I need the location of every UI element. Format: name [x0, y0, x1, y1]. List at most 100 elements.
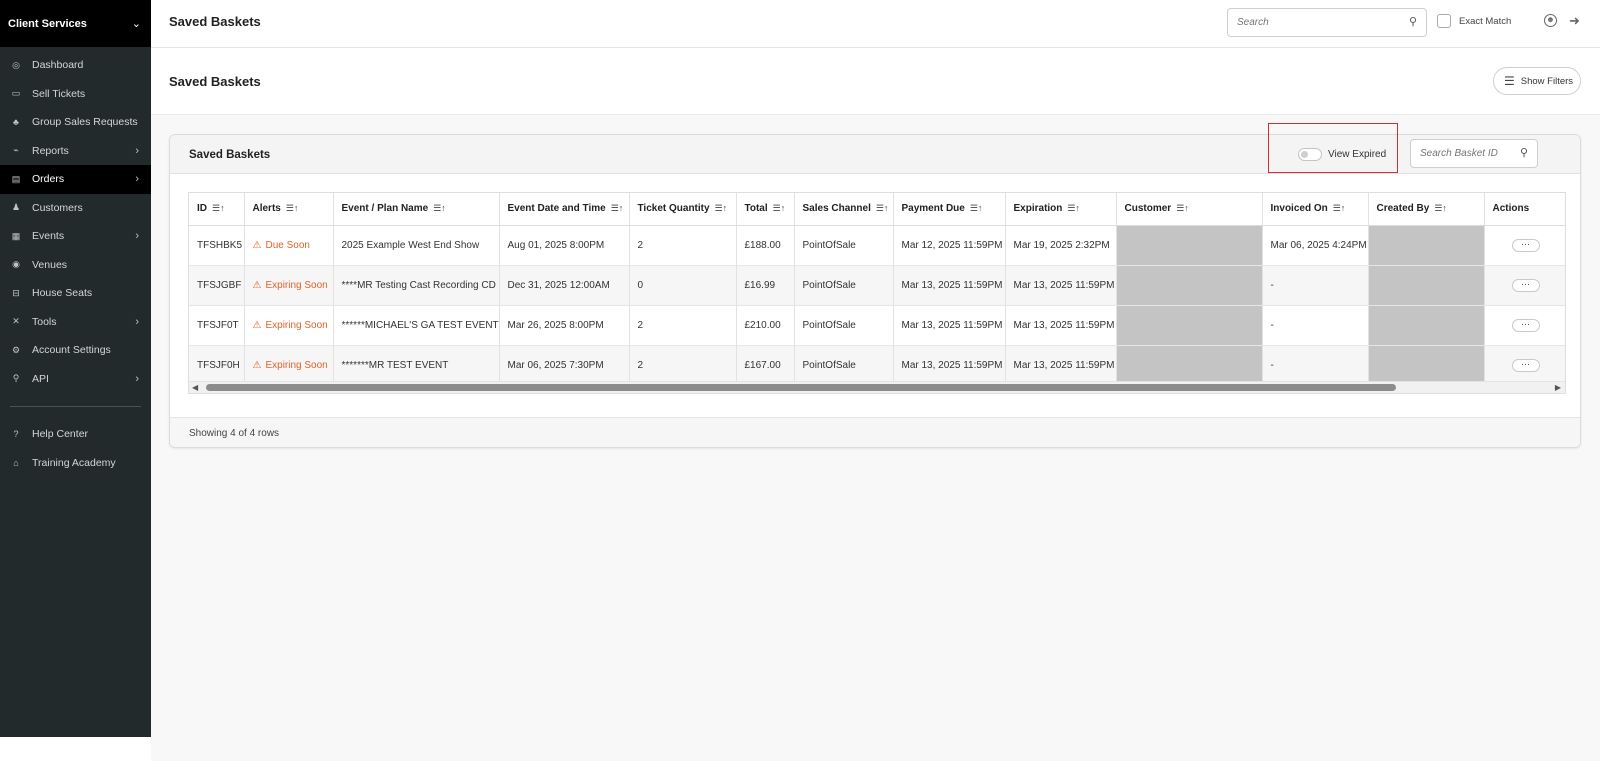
column-label: Created By — [1376, 203, 1430, 215]
alert-label: Expiring Soon — [265, 359, 328, 371]
saved-baskets-card: Saved Baskets View Expired ⚲ ID ☰↑ Alerts — [169, 123, 1581, 448]
sort-icon[interactable]: ☰↑ — [286, 203, 299, 213]
search-icon[interactable]: ⚲ — [1520, 146, 1528, 159]
view-expired-toggle[interactable]: View Expired — [1298, 148, 1386, 161]
column-label: Total — [744, 203, 768, 215]
sort-icon[interactable]: ☰↑ — [970, 203, 983, 213]
actions-menu-button[interactable]: ··· — [1511, 318, 1540, 332]
section-title: Saved Baskets — [169, 74, 261, 89]
page-header: Saved Baskets ☰ Show Filters — [151, 49, 1600, 115]
column-header[interactable]: Sales Channel ☰↑ — [794, 193, 894, 226]
sidebar-item-events[interactable]: ▦ Events › — [0, 222, 151, 251]
sidebar-item-api[interactable]: ⚲ API › — [0, 365, 151, 394]
sidebar-item-label: Sell Tickets — [32, 87, 86, 100]
sidebar-item-label: Venues — [32, 258, 68, 271]
scrollbar-thumb[interactable] — [206, 384, 1396, 391]
table-row[interactable]: TFSJF0T ⚠ Expiring Soon ******MICHAEL'S G… — [189, 305, 1565, 346]
column-header[interactable]: Event Date and Time ☰↑ — [499, 193, 630, 226]
cell-expiration: Mar 13, 2025 11:59PM — [1005, 345, 1117, 386]
cell-payment-due: Mar 13, 2025 11:59PM — [893, 345, 1006, 386]
cell-created-by-redacted — [1368, 305, 1485, 346]
sort-icon[interactable]: ☰↑ — [611, 203, 624, 213]
sort-icon[interactable]: ☰↑ — [1067, 203, 1080, 213]
column-header[interactable]: Expiration ☰↑ — [1005, 193, 1117, 226]
ticket-icon: ▭ — [11, 88, 21, 99]
toggle-switch[interactable] — [1298, 148, 1322, 161]
search-icon[interactable]: ⚲ — [1409, 15, 1417, 28]
sidebar-item-label: Dashboard — [32, 59, 84, 72]
sort-icon[interactable]: ☰↑ — [212, 203, 225, 213]
sidebar-item-label: Orders — [32, 173, 65, 186]
table-row[interactable]: TFSJGBF ⚠ Expiring Soon ****MR Testing Ca… — [189, 265, 1565, 306]
sidebar-item-sell-tickets[interactable]: ▭ Sell Tickets — [0, 80, 151, 109]
exact-match-checkbox[interactable]: Exact Match — [1437, 14, 1511, 28]
show-filters-button[interactable]: ☰ Show Filters — [1493, 67, 1581, 95]
sort-icon[interactable]: ☰↑ — [433, 203, 446, 213]
scroll-right-icon[interactable]: ▶ — [1555, 383, 1561, 392]
column-header[interactable]: Total ☰↑ — [736, 193, 795, 226]
baskets-table: ID ☰↑ Alerts ☰↑ Event / Plan Name ☰↑ Event … — [188, 192, 1566, 394]
chevron-down-icon[interactable]: ⌄ — [132, 17, 141, 30]
sort-icon[interactable]: ☰↑ — [715, 203, 728, 213]
column-header[interactable]: Alerts ☰↑ — [244, 193, 334, 226]
column-header[interactable]: Payment Due ☰↑ — [893, 193, 1006, 226]
sort-icon[interactable]: ☰↑ — [1333, 203, 1346, 213]
checkbox[interactable] — [1437, 14, 1451, 28]
cell-customer-redacted — [1116, 305, 1263, 346]
column-header[interactable]: Customer ☰↑ — [1116, 193, 1263, 226]
logout-icon[interactable]: ➜ — [1569, 13, 1580, 29]
account-icon[interactable]: ☻ — [1544, 14, 1557, 27]
table-row[interactable]: TFSHBK5 ⚠ Due Soon 2025 Example West End … — [189, 225, 1565, 266]
sidebar-item-orders[interactable]: ▤ Orders › — [0, 165, 151, 194]
actions-menu-button[interactable]: ··· — [1511, 278, 1540, 292]
column-label: Invoiced On — [1270, 203, 1328, 215]
basket-search[interactable]: ⚲ — [1410, 139, 1538, 168]
sidebar-divider — [10, 406, 141, 407]
basket-search-input[interactable] — [1411, 140, 1511, 167]
sidebar-item-training-academy[interactable]: ⌂ Training Academy — [0, 449, 151, 478]
sidebar-item-tools[interactable]: ✕ Tools › — [0, 308, 151, 337]
sidebar-item-reports[interactable]: ⌁ Reports › — [0, 137, 151, 166]
actions-menu-button[interactable]: ··· — [1511, 238, 1540, 252]
column-header[interactable]: Event / Plan Name ☰↑ — [333, 193, 500, 226]
sidebar-item-label: API — [32, 372, 49, 385]
sort-icon[interactable]: ☰↑ — [876, 203, 889, 213]
column-label: Actions — [1492, 203, 1530, 215]
table-row[interactable]: TFSJF0H ⚠ Expiring Soon *******MR TEST EV… — [189, 345, 1565, 386]
sidebar-item-account-settings[interactable]: ⚙ Account Settings — [0, 336, 151, 365]
column-label: ID — [197, 203, 207, 215]
horizontal-scrollbar[interactable]: ◀ ▶ — [189, 381, 1565, 393]
sidebar-item-dashboard[interactable]: ◎ Dashboard — [0, 51, 151, 80]
cell-date: Mar 06, 2025 7:30PM — [499, 345, 630, 386]
sidebar-item-label: Tools — [32, 315, 57, 328]
exact-match-label: Exact Match — [1459, 15, 1512, 27]
scroll-left-icon[interactable]: ◀ — [192, 383, 198, 392]
cell-created-by-redacted — [1368, 265, 1485, 306]
group-icon: ♣ — [13, 117, 19, 128]
sidebar-header[interactable]: Client Services ⌄ — [0, 0, 151, 47]
sidebar-item-label: Training Academy — [32, 456, 116, 469]
cell-alert: ⚠ Expiring Soon — [244, 305, 334, 346]
search-input[interactable] — [1228, 9, 1388, 36]
sidebar-item-help-center[interactable]: ? Help Center — [0, 420, 151, 449]
cell-expiration: Mar 13, 2025 11:59PM — [1005, 305, 1117, 346]
column-header[interactable]: Invoiced On ☰↑ — [1262, 193, 1369, 226]
sidebar-item-house-seats[interactable]: ⊟ House Seats — [0, 279, 151, 308]
warning-icon: ⚠ — [252, 279, 262, 291]
warning-icon: ⚠ — [252, 319, 262, 331]
sidebar-item-group-sales[interactable]: ♣ Group Sales Requests — [0, 108, 151, 137]
global-search[interactable]: ⚲ — [1227, 8, 1427, 37]
cell-invoiced: - — [1262, 345, 1369, 386]
column-header[interactable]: ID ☰↑ — [189, 193, 245, 226]
sort-icon[interactable]: ☰↑ — [773, 203, 786, 213]
cell-id: TFSJF0T — [189, 305, 245, 346]
column-header[interactable]: Ticket Quantity ☰↑ — [629, 193, 737, 226]
actions-menu-button[interactable]: ··· — [1511, 358, 1540, 372]
dashboard-icon: ◎ — [12, 59, 20, 70]
sidebar-item-venues[interactable]: ◉ Venues — [0, 251, 151, 280]
sort-icon[interactable]: ☰↑ — [1434, 203, 1447, 213]
cell-qty: 2 — [629, 225, 737, 266]
sort-icon[interactable]: ☰↑ — [1176, 203, 1189, 213]
sidebar-item-customers[interactable]: ♟ Customers — [0, 194, 151, 223]
column-header[interactable]: Created By ☰↑ — [1368, 193, 1485, 226]
